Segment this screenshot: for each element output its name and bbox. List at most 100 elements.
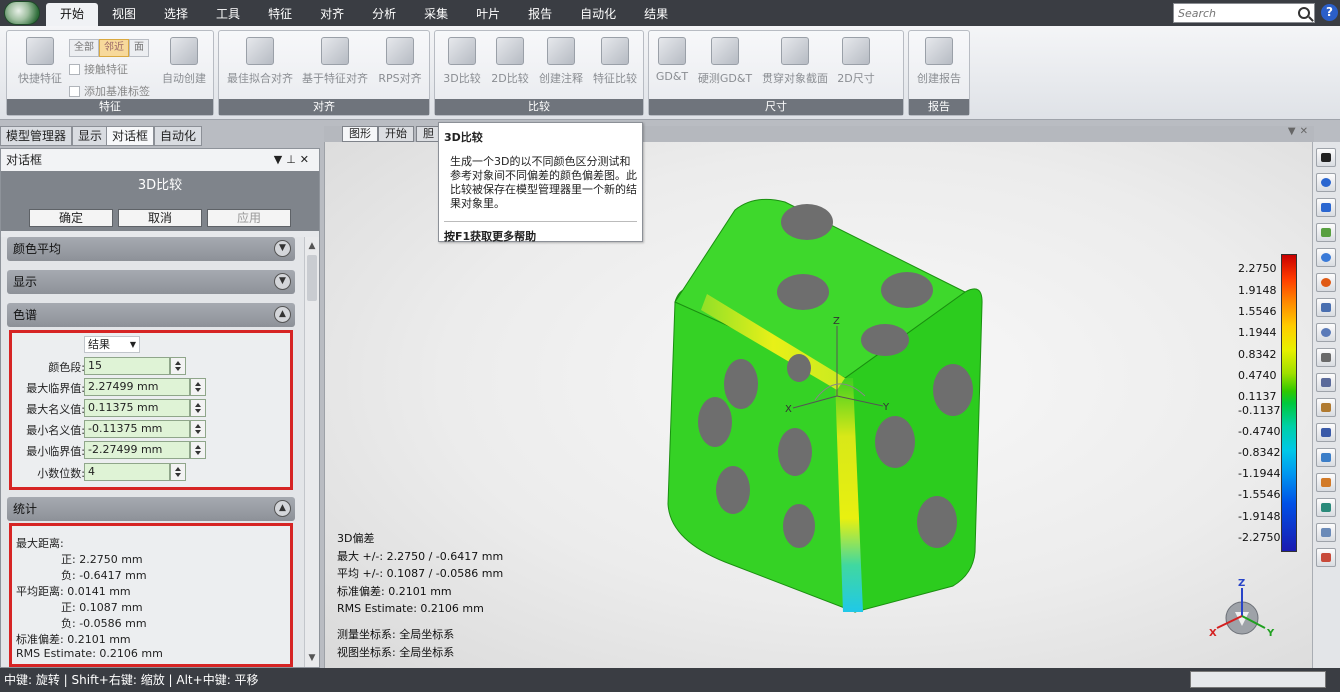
menu-tab-view[interactable]: 视图	[98, 3, 150, 26]
pin-icon[interactable]: ⊥	[286, 153, 300, 166]
section-icon[interactable]	[1316, 398, 1336, 417]
tab-automation[interactable]: 自动化	[154, 126, 203, 146]
annotation-icon[interactable]	[1316, 448, 1336, 467]
box-select-icon[interactable]	[1316, 298, 1336, 317]
scroll-up-icon[interactable]: ▲	[307, 241, 317, 251]
contact-feature-checkbox[interactable]: 接触特征	[69, 61, 128, 77]
apply-button[interactable]: 应用	[207, 209, 291, 227]
search-icon[interactable]	[1298, 7, 1310, 19]
menu-tab-tools[interactable]: 工具	[202, 3, 254, 26]
dimension-2d-button[interactable]: 2D尺寸	[835, 37, 877, 86]
scope-face-option[interactable]: 面	[129, 39, 149, 57]
color-scale-bar[interactable]	[1281, 254, 1297, 552]
tab-start[interactable]: 开始	[378, 126, 414, 142]
create-annotation-button[interactable]: 创建注释	[535, 37, 587, 86]
spinner-icon[interactable]	[190, 420, 206, 438]
color-map-icon[interactable]	[1316, 273, 1336, 292]
ok-button[interactable]: 确定	[29, 209, 113, 227]
menu-tab-report[interactable]: 报告	[514, 3, 566, 26]
section-display[interactable]: 显示 ▼	[7, 270, 295, 294]
zoom-icon[interactable]	[1316, 248, 1336, 267]
fit-view-icon[interactable]	[1316, 223, 1336, 242]
menu-tab-home[interactable]: 开始	[46, 3, 99, 26]
section-statistics[interactable]: 统计 ▲	[7, 497, 295, 521]
app-logo-icon[interactable]	[4, 1, 40, 25]
scrollbar-thumb[interactable]	[307, 255, 317, 301]
close-icon[interactable]: ✕	[300, 153, 313, 166]
window-view-icon[interactable]	[1316, 198, 1336, 217]
decimal-places-input[interactable]: 4	[84, 463, 170, 481]
menu-tab-automation[interactable]: 自动化	[566, 3, 630, 26]
min-critical-row: 最小临界值: -2.27499 mm	[12, 441, 290, 459]
chevron-down-icon[interactable]: ▼	[274, 273, 291, 290]
menu-tab-analysis[interactable]: 分析	[358, 3, 410, 26]
rotate-view-icon[interactable]	[1316, 173, 1336, 192]
close-icon[interactable]: ✕	[1300, 126, 1312, 137]
add-datum-checkbox[interactable]: 添加基准标签	[69, 83, 150, 99]
shading-icon[interactable]	[1316, 498, 1336, 517]
tab-model-manager[interactable]: 模型管理器	[0, 126, 73, 146]
menu-tab-select[interactable]: 选择	[150, 3, 202, 26]
feature-align-button[interactable]: 基于特征对齐	[299, 37, 371, 86]
cancel-button[interactable]: 取消	[118, 209, 202, 227]
menu-tab-blade[interactable]: 叶片	[462, 3, 514, 26]
spinner-icon[interactable]	[170, 463, 186, 481]
line-select-icon[interactable]	[1316, 348, 1336, 367]
rps-align-button[interactable]: RPS对齐	[375, 37, 425, 86]
menu-tab-align[interactable]: 对齐	[306, 3, 358, 26]
section-title: 统计	[13, 502, 38, 516]
quick-feature-button[interactable]: 快捷特征	[13, 37, 67, 86]
gdt-button[interactable]: GD&T	[651, 37, 693, 83]
chevron-up-icon[interactable]: ▲	[274, 306, 291, 323]
spinner-icon[interactable]	[170, 357, 186, 375]
dropdown-icon[interactable]: ▼	[1288, 126, 1300, 137]
chevron-down-icon[interactable]: ▼	[274, 240, 291, 257]
view-home-icon[interactable]	[1316, 148, 1336, 167]
menu-tab-acquire[interactable]: 采集	[410, 3, 462, 26]
compare-3d-button[interactable]: 3D比较	[439, 37, 485, 86]
color-segments-input[interactable]: 15	[84, 357, 170, 375]
spinner-icon[interactable]	[190, 399, 206, 417]
clip-icon[interactable]	[1316, 423, 1336, 442]
menu-tab-features[interactable]: 特征	[254, 3, 306, 26]
tab-graphics[interactable]: 图形	[342, 126, 378, 142]
best-fit-align-button[interactable]: 最佳拟合对齐	[225, 37, 295, 86]
menu-tab-results[interactable]: 结果	[630, 3, 682, 26]
min-critical-input[interactable]: -2.27499 mm	[84, 441, 190, 459]
tab-dialog[interactable]: 对话框	[106, 126, 155, 146]
auto-create-button[interactable]: 自动创建	[157, 37, 211, 86]
spinner-icon[interactable]	[190, 441, 206, 459]
scope-near-option[interactable]: 邻近	[99, 39, 129, 57]
min-nominal-input[interactable]: -0.11375 mm	[84, 420, 190, 438]
section-color-average[interactable]: 颜色平均 ▼	[7, 237, 295, 261]
render-mode-icon[interactable]	[1316, 473, 1336, 492]
tab-display[interactable]: 显示	[72, 126, 109, 146]
scroll-down-icon[interactable]: ▼	[307, 653, 317, 663]
through-section-button[interactable]: 贯穿对象截面	[757, 37, 833, 86]
search-input[interactable]	[1174, 4, 1292, 22]
field-label: 最小名义值:	[26, 424, 85, 437]
section-spectrum[interactable]: 色谱 ▲	[7, 303, 295, 327]
max-critical-input[interactable]: 2.27499 mm	[84, 378, 190, 396]
orientation-triad-icon[interactable]: Z X Y	[1207, 576, 1277, 646]
lighting-icon[interactable]	[1316, 523, 1336, 542]
panel-scrollbar[interactable]: ▲ ▼	[304, 237, 319, 667]
create-report-button[interactable]: 创建报告	[913, 37, 965, 86]
dropdown-icon[interactable]: ▼	[274, 153, 286, 166]
lasso-select-icon[interactable]	[1316, 323, 1336, 342]
chevron-up-icon[interactable]: ▲	[274, 500, 291, 517]
scope-all-option[interactable]: 全部	[69, 39, 99, 57]
axis-label-x: X	[785, 404, 792, 415]
field-label: 最大临界值:	[26, 382, 85, 395]
feature-compare-button[interactable]: 特征比较	[589, 37, 641, 86]
texture-icon[interactable]	[1316, 548, 1336, 567]
compare-2d-button[interactable]: 2D比较	[487, 37, 533, 86]
measure-icon[interactable]	[1316, 373, 1336, 392]
info-title: 3D偏差	[337, 532, 375, 545]
result-type-select[interactable]: 结果	[84, 336, 140, 353]
spinner-icon[interactable]	[190, 378, 206, 396]
help-icon[interactable]: ?	[1321, 4, 1338, 21]
ribbon-group-label: 对齐	[219, 99, 429, 115]
max-nominal-input[interactable]: 0.11375 mm	[84, 399, 190, 417]
probe-gdt-button[interactable]: 硬测GD&T	[697, 37, 753, 86]
